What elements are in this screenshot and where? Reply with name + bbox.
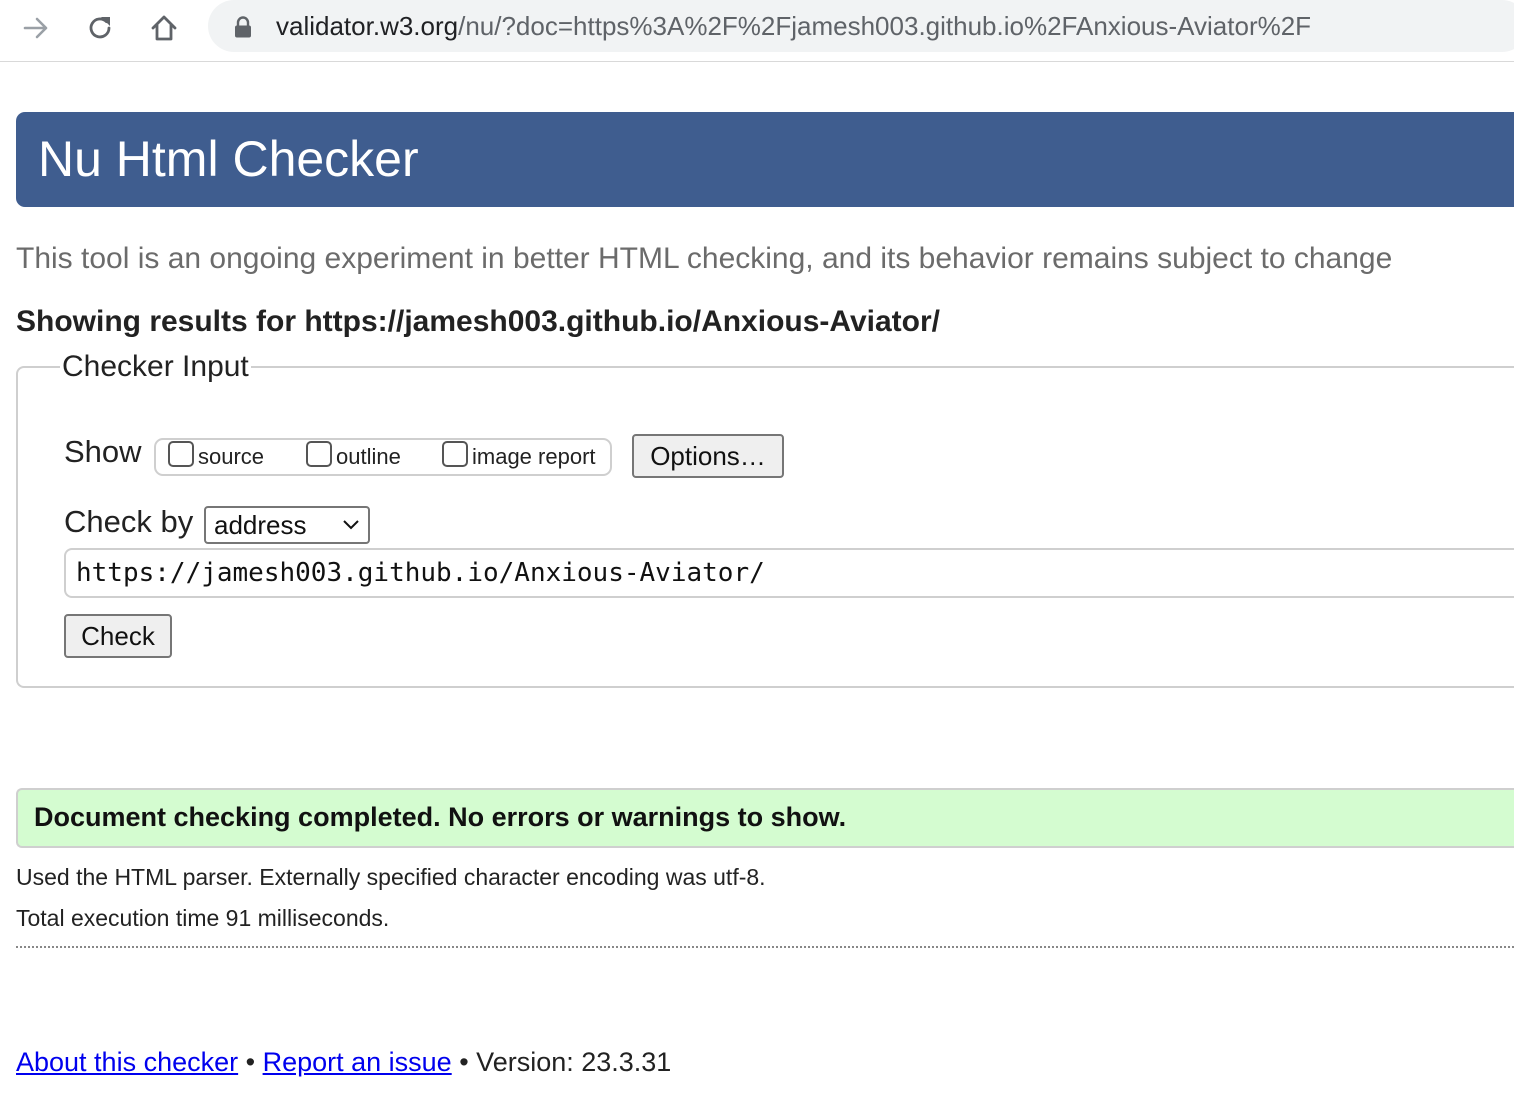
report-issue-link[interactable]: Report an issue bbox=[263, 1047, 452, 1077]
checker-input-fieldset: Checker Input Show source outline image … bbox=[16, 350, 1514, 688]
outline-checkbox-box[interactable] bbox=[306, 441, 332, 467]
check-by-label: Check by bbox=[64, 504, 194, 539]
reload-button[interactable] bbox=[80, 8, 120, 48]
forward-arrow-icon bbox=[23, 17, 48, 39]
image-report-checkbox-label: image report bbox=[472, 444, 596, 469]
check-button[interactable]: Check bbox=[64, 614, 172, 658]
show-options-group: source outline image report bbox=[154, 438, 612, 476]
image-report-checkbox[interactable]: image report bbox=[442, 440, 596, 474]
reload-icon bbox=[89, 17, 111, 39]
url-host: validator.w3.org bbox=[276, 11, 459, 41]
source-checkbox-box[interactable] bbox=[168, 441, 194, 467]
source-checkbox[interactable]: source bbox=[168, 440, 264, 474]
forward-button[interactable] bbox=[16, 8, 56, 48]
show-label: Show bbox=[64, 434, 142, 469]
check-by-selected-value: address bbox=[214, 510, 307, 540]
source-checkbox-label: source bbox=[198, 444, 265, 469]
image-report-checkbox-box[interactable] bbox=[442, 441, 468, 467]
divider bbox=[16, 946, 1514, 948]
tagline: This tool is an ongoing experiment in be… bbox=[16, 242, 1393, 275]
address-bar-url: validator.w3.org/nu/?doc=https%3A%2F%2Fj… bbox=[276, 11, 1311, 41]
check-by-select[interactable]: address bbox=[204, 506, 370, 544]
home-icon bbox=[151, 15, 177, 41]
lock-icon bbox=[235, 16, 251, 38]
success-message-box: Document checking completed. No errors o… bbox=[16, 788, 1514, 848]
browser-toolbar: validator.w3.org/nu/?doc=https%3A%2F%2Fj… bbox=[0, 0, 1514, 62]
outline-checkbox[interactable]: outline bbox=[306, 440, 401, 474]
success-message: Document checking completed. No errors o… bbox=[34, 802, 847, 832]
address-input[interactable]: https://jamesh003.github.io/Anxious-Avia… bbox=[64, 548, 1514, 598]
checker-input-legend: Checker Input bbox=[60, 350, 251, 384]
home-button[interactable] bbox=[144, 8, 184, 48]
options-button[interactable]: Options… bbox=[632, 434, 784, 478]
version-text: Version: 23.3.31 bbox=[476, 1047, 672, 1077]
footer-separator-1: • bbox=[238, 1047, 263, 1077]
footer-separator-2: • bbox=[451, 1047, 477, 1077]
chevron-down-icon bbox=[343, 520, 359, 530]
url-path: /nu/?doc=https%3A%2F%2Fjamesh003.github.… bbox=[458, 11, 1312, 41]
about-checker-link[interactable]: About this checker bbox=[16, 1047, 238, 1077]
footer: About this checker • Report an issue • V… bbox=[16, 1047, 671, 1078]
execution-time: Total execution time 91 milliseconds. bbox=[16, 905, 390, 931]
outline-checkbox-label: outline bbox=[336, 444, 401, 469]
results-heading: Showing results for https://jamesh003.gi… bbox=[16, 305, 940, 338]
address-bar[interactable]: validator.w3.org/nu/?doc=https%3A%2F%2Fj… bbox=[208, 0, 1514, 52]
parser-info: Used the HTML parser. Externally specifi… bbox=[16, 864, 766, 890]
page-header: Nu Html Checker bbox=[16, 112, 1514, 207]
page-title: Nu Html Checker bbox=[38, 131, 419, 187]
